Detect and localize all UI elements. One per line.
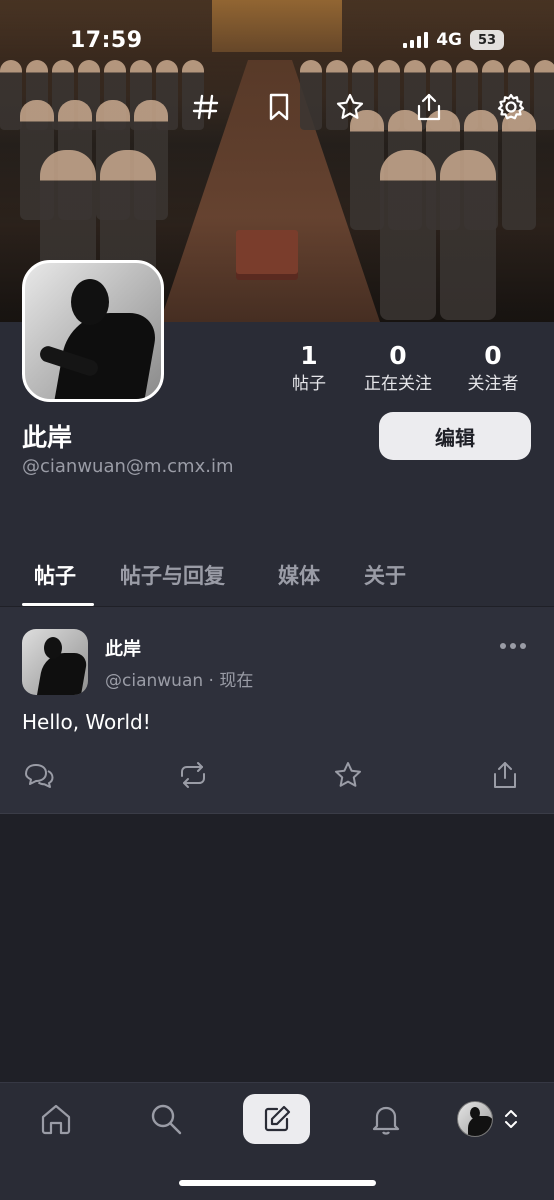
gear-icon[interactable] — [494, 90, 528, 124]
bell-icon[interactable] — [366, 1099, 406, 1139]
stat-followers-label: 关注者 — [467, 374, 519, 394]
post-author-name[interactable]: 此岸 — [105, 635, 141, 661]
home-indicator — [179, 1180, 376, 1186]
stat-followers-count: 0 — [484, 341, 502, 370]
more-options-icon[interactable] — [500, 643, 526, 649]
stat-following-count: 0 — [389, 341, 407, 370]
stat-following-label: 正在关注 — [364, 374, 432, 394]
post-card[interactable]: 此岸 @cianwuan · 现在 Hello, World! — [0, 607, 554, 814]
banner-monks-right-front — [380, 150, 496, 320]
active-tab-indicator — [22, 603, 94, 606]
post-share-icon[interactable] — [488, 758, 522, 792]
tab-about[interactable]: 关于 — [364, 560, 406, 590]
post-meta: @cianwuan · 现在 — [105, 671, 254, 691]
account-avatar[interactable] — [457, 1101, 493, 1137]
reply-icon[interactable] — [22, 758, 56, 792]
status-indicators: 4G 53 — [403, 30, 504, 50]
profile-tabs: 帖子 帖子与回复 媒体 关于 — [0, 556, 554, 606]
signal-icon — [403, 32, 429, 48]
stat-followers[interactable]: 0 关注者 — [462, 340, 524, 396]
boost-icon[interactable] — [176, 758, 210, 792]
battery-icon: 53 — [470, 30, 504, 50]
status-time: 17:59 — [70, 28, 143, 53]
search-icon[interactable] — [146, 1099, 186, 1139]
profile-display-name: 此岸 — [22, 423, 73, 452]
account-switch-icon[interactable] — [496, 1099, 526, 1139]
stat-posts-count: 1 — [300, 341, 318, 370]
post-avatar[interactable] — [22, 629, 88, 695]
hashtag-icon[interactable] — [189, 90, 223, 124]
profile-avatar[interactable] — [22, 260, 164, 402]
edit-profile-button[interactable]: 编辑 — [379, 412, 531, 460]
post-content: Hello, World! — [22, 710, 151, 734]
share-icon[interactable] — [412, 90, 446, 124]
tab-posts[interactable]: 帖子 — [34, 560, 76, 590]
stat-posts[interactable]: 1 帖子 — [285, 340, 333, 396]
compose-button[interactable] — [243, 1094, 310, 1144]
stat-posts-label: 帖子 — [292, 374, 326, 394]
network-type: 4G — [436, 30, 462, 50]
home-icon[interactable] — [36, 1099, 76, 1139]
stat-following[interactable]: 0 正在关注 — [358, 340, 438, 396]
banner-cushion — [236, 230, 298, 274]
favorite-icon[interactable] — [331, 758, 365, 792]
compose-icon — [264, 1105, 290, 1132]
profile-handle: @cianwuan@m.cmx.im — [22, 456, 234, 477]
bookmark-icon[interactable] — [262, 90, 296, 124]
star-icon[interactable] — [333, 90, 367, 124]
tab-posts-and-replies[interactable]: 帖子与回复 — [120, 560, 225, 590]
tab-media[interactable]: 媒体 — [278, 560, 320, 590]
banner-altar — [212, 0, 342, 52]
